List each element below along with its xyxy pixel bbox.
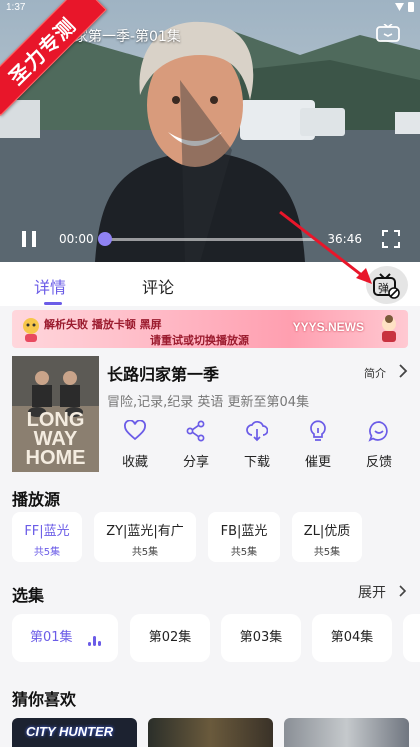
current-time: 00:00 <box>59 232 94 246</box>
source-count: 共5集 <box>33 547 61 558</box>
mascot-icon-right <box>382 315 396 342</box>
total-time: 36:46 <box>327 232 362 246</box>
source-name: FB|蓝光 <box>220 524 268 539</box>
sources-title: 播放源 <box>12 490 61 509</box>
chevron-right-icon[interactable] <box>398 584 408 598</box>
source-zy[interactable]: ZY|蓝光|有广 共5集 <box>94 512 196 562</box>
heart-icon <box>124 420 146 441</box>
episode-1[interactable]: 第01集 <box>12 614 118 662</box>
source-count: 共5集 <box>131 547 159 558</box>
action-bar: 收藏 分享 下载 催更 反馈 <box>107 420 407 472</box>
episode-label: 第01集 <box>30 630 73 645</box>
fullscreen-icon[interactable] <box>382 230 400 248</box>
source-count: 共5集 <box>313 547 341 558</box>
banner-site: YYYS.NEWS <box>292 320 364 334</box>
favorite-button[interactable]: 收藏 <box>110 420 160 470</box>
favorite-label: 收藏 <box>121 455 148 470</box>
episodes-title: 选集 <box>12 586 45 605</box>
source-ff[interactable]: FF|蓝光 共5集 <box>12 512 82 562</box>
battery-icon <box>408 2 414 12</box>
episode-2[interactable]: 第02集 <box>130 614 210 662</box>
video-detail-page: 1:37 归家第一季-第01集 圣力专测 00:00 36:46 详情 评论 弹… <box>0 0 420 747</box>
bulb-icon <box>310 420 326 441</box>
cast-tv-icon[interactable] <box>376 24 400 44</box>
episode-3[interactable]: 第03集 <box>221 614 301 662</box>
status-time: 1:37 <box>6 2 26 13</box>
download-button[interactable]: 下载 <box>232 420 282 470</box>
video-player[interactable]: 1:37 归家第一季-第01集 圣力专测 00:00 36:46 <box>0 0 420 262</box>
source-zl[interactable]: ZL|优质 共5集 <box>292 512 362 562</box>
danmu-toggle-icon[interactable]: 弹 <box>372 272 400 300</box>
share-button[interactable]: 分享 <box>171 420 221 470</box>
status-icons <box>395 2 414 12</box>
tab-underline <box>44 302 62 305</box>
source-name: FF|蓝光 <box>24 524 70 539</box>
detail-tabs: 详情 评论 弹 <box>0 262 420 306</box>
share-label: 分享 <box>182 455 209 470</box>
tab-details[interactable]: 详情 <box>34 274 66 298</box>
recommend-item-3[interactable] <box>284 718 409 747</box>
source-name: ZY|蓝光|有广 <box>106 524 184 539</box>
player-controls: 00:00 36:46 <box>0 222 420 256</box>
episode-more[interactable] <box>403 614 420 662</box>
recommend-item-1[interactable]: CITY HUNTER <box>12 718 137 747</box>
show-title: 长路归家第一季 <box>107 365 220 384</box>
ad-banner[interactable]: 解析失败 播放卡顿 黑屏 请重试或切换播放源 YYYS.NEWS <box>12 310 408 348</box>
episode-label: 第03集 <box>239 630 283 645</box>
show-info: LONG WAY HOME 长路归家第一季 简介 冒险,记录,纪录 英语 更新至… <box>0 352 420 478</box>
wifi-icon <box>395 3 404 11</box>
episode-label: 第02集 <box>148 630 192 645</box>
source-count: 共5集 <box>230 547 258 558</box>
source-name: ZL|优质 <box>303 524 351 539</box>
download-label: 下载 <box>243 455 270 470</box>
recommend-title: 猜你喜欢 <box>12 690 77 709</box>
share-icon <box>186 420 205 442</box>
progress-track[interactable] <box>100 238 316 241</box>
mascot-icon <box>23 318 39 342</box>
banner-text-hint: 请重试或切换播放源 <box>150 334 249 347</box>
download-icon <box>246 421 268 442</box>
progress-thumb[interactable] <box>98 232 112 246</box>
banner-text-errors: 解析失败 播放卡顿 黑屏 <box>44 318 162 331</box>
poster-title: LONG WAY HOME <box>25 409 86 469</box>
show-meta: 冒险,记录,纪录 英语 更新至第04集 <box>107 395 310 410</box>
expand-link[interactable]: 展开 <box>358 582 386 602</box>
feedback-button[interactable]: 反馈 <box>354 420 404 470</box>
intro-link[interactable]: 简介 <box>364 365 386 381</box>
pause-icon[interactable] <box>20 231 38 247</box>
episode-label: 第04集 <box>330 630 374 645</box>
recommend-poster-text: CITY HUNTER <box>26 724 114 739</box>
episode-4[interactable]: 第04集 <box>312 614 392 662</box>
danmu-label: 弹 <box>378 281 389 295</box>
recommend-item-2[interactable] <box>148 718 273 747</box>
feedback-label: 反馈 <box>365 455 392 470</box>
source-fb[interactable]: FB|蓝光 共5集 <box>208 512 280 562</box>
show-poster[interactable]: LONG WAY HOME <box>12 356 99 472</box>
tab-comments[interactable]: 评论 <box>142 274 174 298</box>
urge-update-button[interactable]: 催更 <box>293 420 343 470</box>
feedback-icon <box>368 421 388 442</box>
chevron-right-icon[interactable] <box>398 363 408 379</box>
now-playing-icon <box>88 636 101 646</box>
urge-update-label: 催更 <box>304 455 331 470</box>
